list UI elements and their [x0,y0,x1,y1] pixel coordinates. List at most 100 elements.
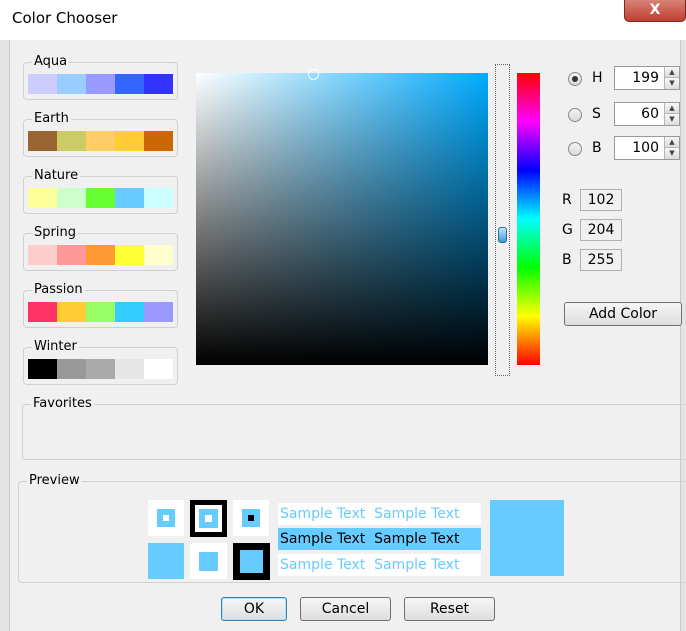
preview-box [205,515,212,522]
swatch[interactable] [28,302,57,322]
window-title: Color Chooser [12,9,118,27]
swatch[interactable] [86,74,115,94]
sample-text: Sample Text [374,557,460,573]
preview-text-row: Sample Text Sample Text [278,503,481,525]
sample-text: Sample Text [374,531,460,547]
swatch[interactable] [115,359,144,379]
add-color-button[interactable]: Add Color [564,302,682,326]
blue-label: B [562,252,572,268]
brightness-radio[interactable] [568,142,582,156]
palette-swatches [28,302,173,322]
swatch[interactable] [57,131,86,151]
swatch[interactable] [57,359,86,379]
palette-nature: Nature [23,168,178,214]
palette-passion: Passion [23,282,178,328]
spin-down-icon[interactable]: ▼ [665,148,679,159]
sample-text: Sample Text [280,531,366,547]
swatch[interactable] [57,245,86,265]
hue-spectrum-bar[interactable] [517,73,540,365]
swatch[interactable] [115,302,144,322]
swatch[interactable] [28,188,57,208]
swatch[interactable] [28,245,57,265]
swatch[interactable] [144,131,173,151]
brightness-label: B [592,140,602,156]
palette-winter: Winter [23,339,178,385]
green-value: 204 [580,219,622,241]
preview-text-row: Sample Text Sample Text [278,554,481,576]
palette-aqua: Aqua [23,54,178,100]
swatch[interactable] [86,302,115,322]
cancel-button[interactable]: Cancel [300,597,391,621]
hue-radio[interactable] [568,72,582,86]
palette-swatches [28,359,173,379]
swatch[interactable] [57,188,86,208]
swatch[interactable] [86,359,115,379]
hue-label: H [592,70,603,86]
blue-value: 255 [580,249,622,271]
swatch[interactable] [144,359,173,379]
swatch[interactable] [115,74,144,94]
preview-label: Preview [27,473,82,489]
swatch[interactable] [86,245,115,265]
swatch[interactable] [86,188,115,208]
palette-label: Earth [32,111,71,127]
swatch[interactable] [144,188,173,208]
spin-up-icon[interactable]: ▲ [665,137,679,148]
hue-slider-track[interactable] [495,64,510,376]
saturation-brightness-picker[interactable] [196,73,488,365]
reset-button[interactable]: Reset [404,597,495,621]
preview-box [163,515,169,521]
favorites-panel: Favorites [22,396,686,460]
red-label: R [562,192,572,208]
preview-text-row: Sample Text Sample Text [278,528,481,550]
red-value: 102 [580,189,622,211]
swatch[interactable] [115,245,144,265]
swatch[interactable] [144,74,173,94]
palette-label: Nature [32,168,81,184]
swatch[interactable] [144,302,173,322]
swatch[interactable] [86,131,115,151]
hue-spinner[interactable]: ▲ ▼ [664,67,679,89]
palette-swatches [28,245,173,265]
preview-box [199,552,218,571]
color-picker-cursor[interactable] [308,69,319,80]
window-frame-left [0,40,10,631]
hue-slider-handle[interactable] [498,227,507,243]
saturation-radio[interactable] [568,108,582,122]
palette-label: Passion [32,282,85,298]
saturation-spinner[interactable]: ▲ ▼ [664,103,679,125]
palette-earth: Earth [23,111,178,157]
swatch[interactable] [57,302,86,322]
close-icon: X [649,2,661,18]
brightness-spinner[interactable]: ▲ ▼ [664,137,679,159]
spin-down-icon[interactable]: ▼ [665,114,679,125]
swatch[interactable] [28,359,57,379]
palette-label: Spring [32,225,78,241]
green-label: G [562,222,573,238]
ok-button[interactable]: OK [221,597,287,621]
sample-text: Sample Text [280,506,366,522]
spin-down-icon[interactable]: ▼ [665,78,679,89]
swatch[interactable] [115,188,144,208]
sample-text: Sample Text [280,557,366,573]
palette-label: Aqua [32,54,70,70]
preview-box [248,515,254,521]
palette-swatches [28,74,173,94]
palette-swatches [28,131,173,151]
sample-text: Sample Text [374,506,460,522]
swatch[interactable] [28,131,57,151]
saturation-label: S [592,106,601,122]
swatch[interactable] [28,74,57,94]
palette-label: Winter [32,339,79,355]
swatch[interactable] [57,74,86,94]
spin-up-icon[interactable]: ▲ [665,67,679,78]
swatch[interactable] [115,131,144,151]
favorites-label: Favorites [31,396,94,412]
spin-up-icon[interactable]: ▲ [665,103,679,114]
close-button[interactable]: X [624,0,686,22]
swatch[interactable] [144,245,173,265]
palette-spring: Spring [23,225,178,271]
preview-box [240,550,263,573]
selected-color-swatch [490,500,564,576]
preview-box [148,543,184,579]
